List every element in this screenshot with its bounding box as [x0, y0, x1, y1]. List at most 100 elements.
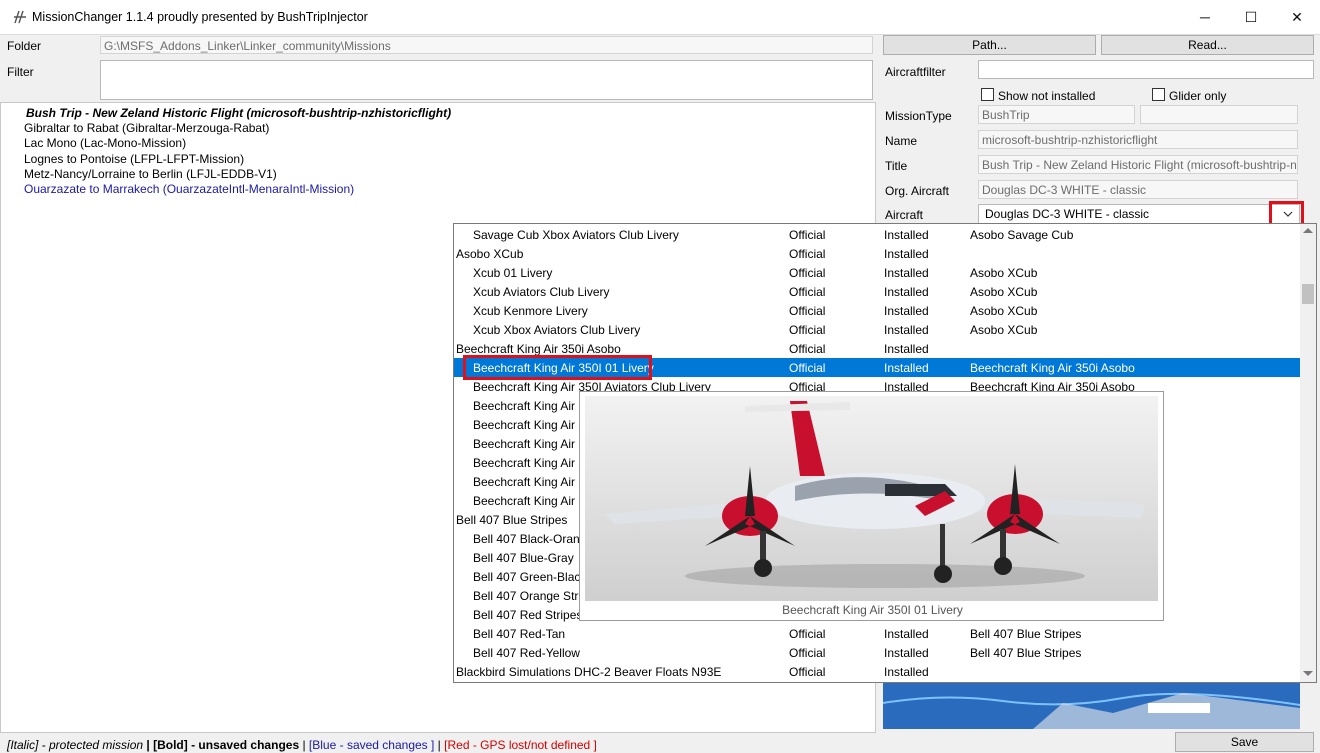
- title-label: Title: [885, 159, 908, 173]
- scroll-thumb[interactable]: [1302, 284, 1314, 304]
- map-scrollbar[interactable]: [1301, 683, 1316, 729]
- filter-label: Filter: [7, 65, 34, 79]
- close-button[interactable]: ✕: [1274, 0, 1320, 34]
- aircraft-name-cell: Bell 407 Red-Yellow: [473, 646, 580, 660]
- aircraft-name-cell: Xcub Aviators Club Livery: [473, 285, 610, 299]
- aircraft-name-cell: Beechcraft King Air 3: [473, 418, 586, 432]
- aircraft-preview-image: [585, 396, 1158, 601]
- chevron-down-icon[interactable]: [1283, 210, 1293, 218]
- aircraft-status-cell: Installed: [884, 646, 929, 660]
- maximize-button[interactable]: ☐: [1228, 0, 1274, 34]
- aircraftfilter-input[interactable]: [978, 60, 1314, 79]
- aircraft-base-cell: Bell 407 Blue Stripes: [970, 646, 1082, 660]
- aircraft-list-row[interactable]: Xcub Aviators Club Livery Official Install…: [454, 282, 1302, 301]
- aircraft-name-cell: Xcub Kenmore Livery: [473, 304, 588, 318]
- selected-item-highlight-box: [463, 355, 652, 380]
- title-bar: MissionChanger 1.1.4 proudly presented b…: [0, 0, 1320, 35]
- aircraft-type-cell: Official: [789, 247, 826, 261]
- orgaircraft-field[interactable]: Douglas DC-3 WHITE - classic: [978, 180, 1298, 199]
- aircraft-base-cell: Asobo Savage Cub: [970, 228, 1074, 242]
- aircraft-list-row[interactable]: Asobo XCub Official Installed: [454, 244, 1302, 263]
- aircraft-name-cell: Bell 407 Blue-Gray: [473, 551, 574, 565]
- minimize-button[interactable]: ─: [1182, 0, 1228, 34]
- aircraft-type-cell: Official: [789, 665, 826, 679]
- status-bar: [Italic] - protected mission | [Bold] - …: [0, 735, 876, 753]
- aircraft-list-row[interactable]: Bell 407 Red-Yellow Official Installed Bell…: [454, 643, 1302, 662]
- name-label: Name: [885, 134, 918, 148]
- missiontype-field[interactable]: BushTrip: [978, 105, 1135, 124]
- aircraft-status-cell: Installed: [884, 323, 929, 337]
- aircraft-name-cell: Bell 407 Orange Strip: [473, 589, 588, 603]
- aircraft-name-cell: Xcub Xbox Aviators Club Livery: [473, 323, 641, 337]
- glider-only-checkbox[interactable]: [1152, 88, 1165, 101]
- aircraft-list-row[interactable]: Bell 407 Red-Tan Official Installed Bell 40…: [454, 624, 1302, 643]
- aircraft-list-row[interactable]: Blackbird Simulations DHC-2 Beaver Float…: [454, 662, 1302, 681]
- status-red-legend: [Red - GPS lost/not defined ]: [444, 738, 597, 752]
- aircraft-name-cell: Beechcraft King Air 3: [473, 456, 586, 470]
- aircraftfilter-label: Aircraftfilter: [885, 65, 946, 79]
- mission-item[interactable]: Ouarzazate to Marrakech (OuarzazateIntl-…: [24, 182, 354, 196]
- aircraft-base-cell: Asobo XCub: [970, 285, 1038, 299]
- aircraft-name-cell: Savage Cub Xbox Aviators Club Livery: [473, 228, 679, 242]
- aircraft-type-cell: Official: [789, 228, 826, 242]
- dropdown-scrollbar[interactable]: [1300, 224, 1316, 682]
- aircraft-status-cell: Installed: [884, 266, 929, 280]
- status-sep-3: |: [434, 738, 445, 752]
- mission-item[interactable]: Lognes to Pontoise (LFPL-LFPT-Mission): [24, 152, 244, 166]
- mission-item[interactable]: Lac Mono (Lac-Mono-Mission): [24, 136, 186, 150]
- status-blue-legend: [Blue - saved changes ]: [308, 738, 435, 752]
- aircraft-combobox-value: Douglas DC-3 WHITE - classic: [985, 207, 1150, 221]
- aircraft-base-cell: Asobo XCub: [970, 304, 1038, 318]
- aircraft-name-cell: Bell 407 Red Stripes: [473, 608, 583, 622]
- glider-only-label: Glider only: [1169, 89, 1227, 103]
- aircraft-list-row[interactable]: Savage Cub Xbox Aviators Club Livery Offi…: [454, 225, 1302, 244]
- aircraft-list-row[interactable]: Xcub Kenmore Livery Official Installed Asob…: [454, 301, 1302, 320]
- aircraft-status-cell: Installed: [884, 342, 929, 356]
- mission-item[interactable]: Metz-Nancy/Lorraine to Berlin (LFJL-EDDB…: [24, 167, 277, 181]
- folder-input[interactable]: G:\MSFS_Addons_Linker\Linker_community\M…: [100, 36, 873, 54]
- status-sep-2: |: [299, 738, 309, 752]
- mission-item[interactable]: Gibraltar to Rabat (Gibraltar-Merzouga-R…: [24, 121, 269, 135]
- folder-label: Folder: [7, 39, 42, 53]
- status-bold-legend: [Bold] - unsaved changes: [153, 738, 300, 752]
- status-sep-1: |: [143, 738, 154, 752]
- save-button[interactable]: Save: [1175, 732, 1314, 752]
- aircraft-status-cell: Installed: [884, 665, 929, 679]
- title-field[interactable]: Bush Trip - New Zeland Historic Flight (…: [978, 155, 1298, 174]
- aircraft-combobox[interactable]: Douglas DC-3 WHITE - classic: [978, 204, 1300, 224]
- aircraft-base-cell: Beechcraft King Air 350i Asobo: [970, 361, 1135, 375]
- aircraft-name-cell: Blackbird Simulations DHC-2 Beaver Float…: [456, 665, 722, 679]
- path-button[interactable]: Path...: [883, 35, 1096, 55]
- app-icon: [14, 10, 26, 24]
- livery-preview-popup: Beechcraft King Air 350I 01 Livery: [579, 391, 1164, 621]
- aircraft-type-cell: Official: [789, 323, 826, 337]
- scroll-up-icon[interactable]: [1303, 228, 1313, 233]
- show-not-installed-checkbox[interactable]: [981, 88, 994, 101]
- aircraft-list-row[interactable]: Xcub 01 Livery Official Installed Asobo XCu…: [454, 263, 1302, 282]
- filter-input[interactable]: [100, 60, 873, 100]
- read-button[interactable]: Read...: [1101, 35, 1314, 55]
- missiontype-extra-field[interactable]: [1140, 105, 1298, 124]
- map-image: [883, 683, 1300, 729]
- aircraft-base-cell: Asobo XCub: [970, 323, 1038, 337]
- name-field[interactable]: microsoft-bushtrip-nzhistoricflight: [978, 130, 1298, 149]
- aircraft-status-cell: Installed: [884, 228, 929, 242]
- show-not-installed-label: Show not installed: [998, 89, 1096, 103]
- aircraft-name-cell: Xcub 01 Livery: [473, 266, 553, 280]
- orgaircraft-label: Org. Aircraft: [885, 184, 950, 198]
- aircraft-type-cell: Official: [789, 627, 826, 641]
- aircraft-type-cell: Official: [789, 342, 826, 356]
- aircraft-list-row[interactable]: Xcub Xbox Aviators Club Livery Official In…: [454, 320, 1302, 339]
- aircraft-base-cell: Asobo XCub: [970, 266, 1038, 280]
- missiontype-label: MissionType: [885, 109, 952, 123]
- aircraft-status-cell: Installed: [884, 247, 929, 261]
- aircraft-status-cell: Installed: [884, 627, 929, 641]
- aircraft-name-cell: Beechcraft King Air 3: [473, 475, 586, 489]
- aircraft-name-cell: Beechcraft King Air 3: [473, 494, 586, 508]
- mission-item[interactable]: Bush Trip - New Zeland Historic Flight (…: [26, 106, 451, 120]
- aircraft-name-cell: Beechcraft King Air 350i Asobo: [456, 342, 621, 356]
- aircraft-type-cell: Official: [789, 646, 826, 660]
- aircraft-status-cell: Installed: [884, 361, 929, 375]
- aircraft-name-cell: Bell 407 Blue Stripes: [456, 513, 568, 527]
- scroll-down-icon[interactable]: [1303, 671, 1313, 676]
